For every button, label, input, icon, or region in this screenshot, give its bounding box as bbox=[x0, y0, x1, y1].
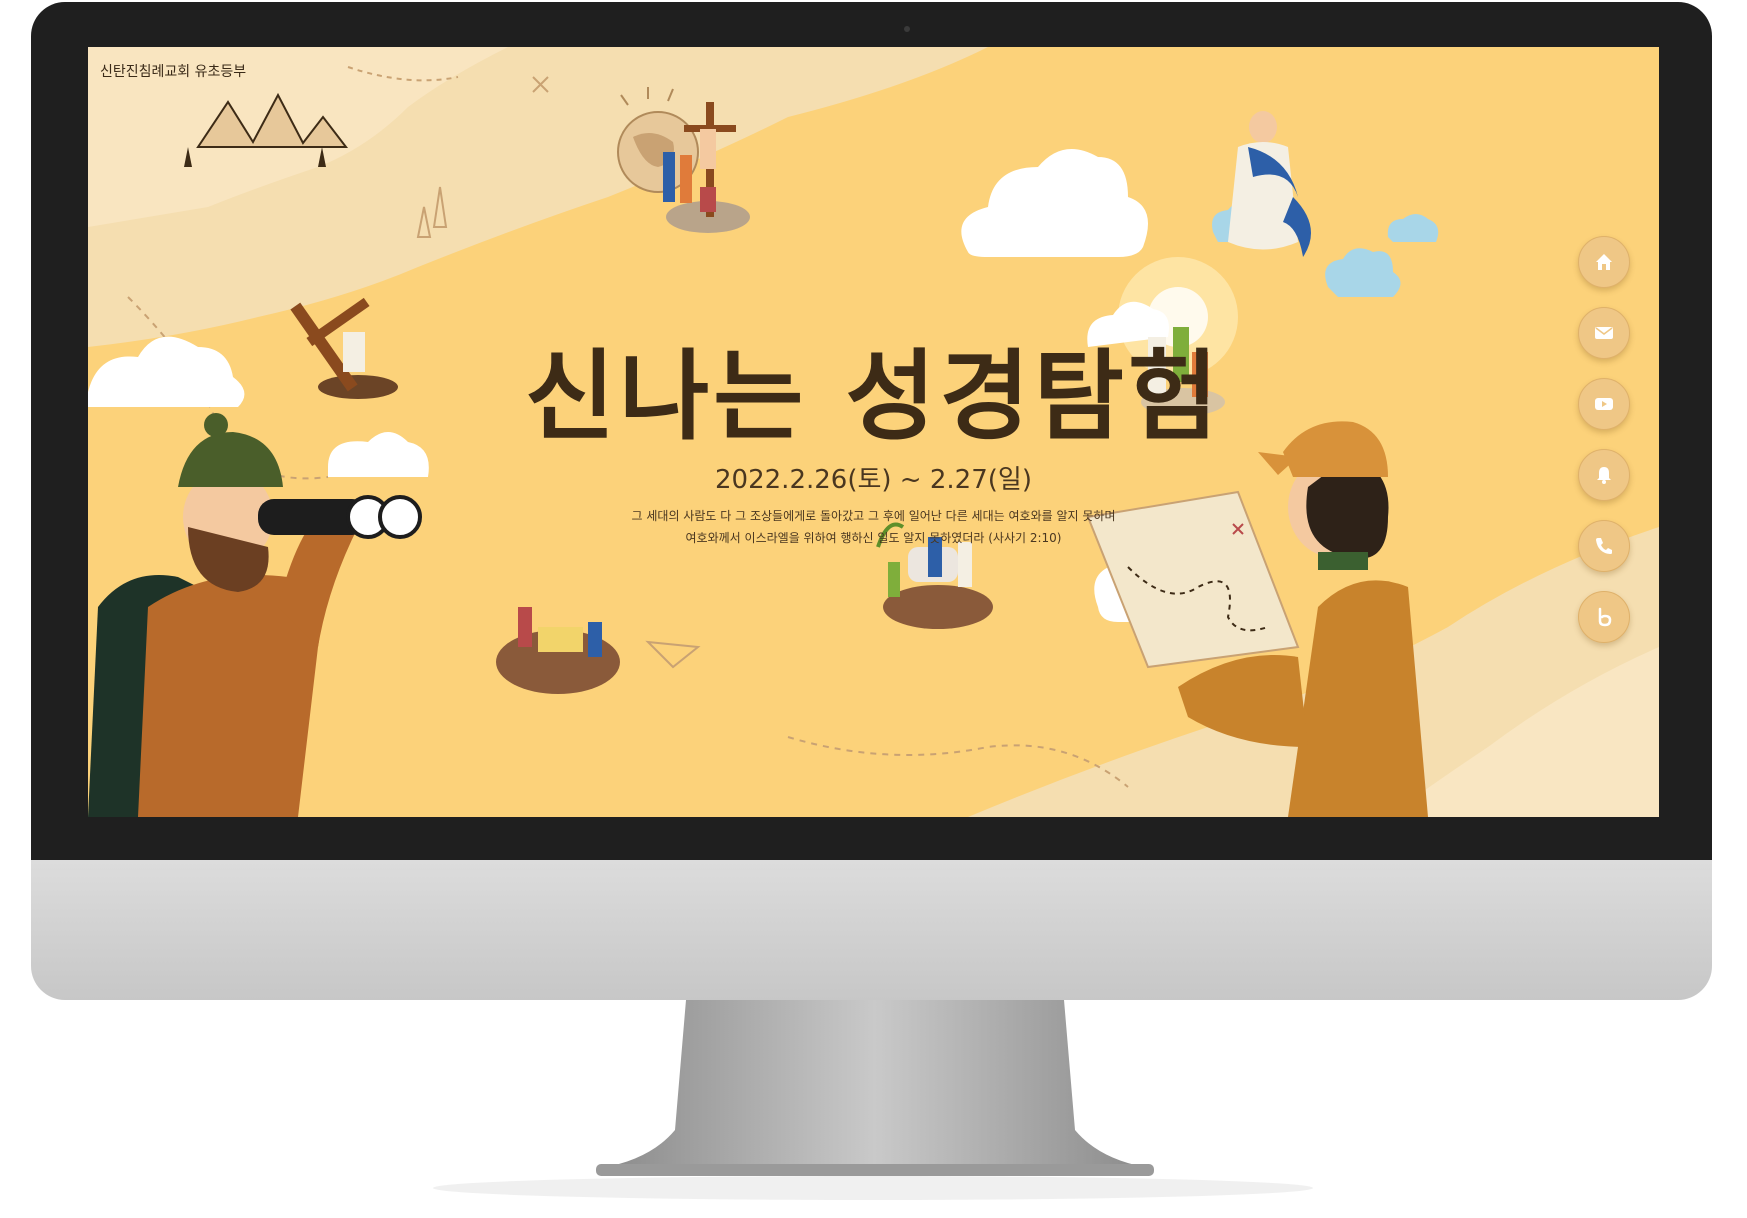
jesus-ascension-figure bbox=[1228, 111, 1311, 257]
side-quick-menu bbox=[1578, 236, 1630, 662]
bell-icon bbox=[1597, 467, 1611, 484]
notification-button[interactable] bbox=[1578, 449, 1630, 501]
phone-icon bbox=[1596, 538, 1612, 554]
church-name-logo[interactable]: 신탄진침례교회 유초등부 bbox=[100, 61, 246, 81]
website-screen: 신탄진침례교회 유초등부 신나는 성경탐험 2022.2.26(토) ~ 2.2… bbox=[88, 47, 1659, 817]
band-icon bbox=[1598, 607, 1612, 627]
mail-icon bbox=[1595, 327, 1613, 339]
camera-dot bbox=[904, 26, 910, 32]
verse-line-1: 그 세대의 사람도 다 그 조상들에게로 돌아갔고 그 후에 일어난 다른 세대… bbox=[631, 509, 1116, 523]
phone-button[interactable] bbox=[1578, 520, 1630, 572]
band-button[interactable] bbox=[1578, 591, 1630, 643]
home-button[interactable] bbox=[1578, 236, 1630, 288]
nativity-scene bbox=[496, 607, 620, 694]
event-date: 2022.2.26(토) ~ 2.27(일) bbox=[715, 465, 1032, 495]
mail-button[interactable] bbox=[1578, 307, 1630, 359]
youtube-button[interactable] bbox=[1578, 378, 1630, 430]
home-icon bbox=[1596, 254, 1612, 270]
youtube-icon bbox=[1595, 398, 1613, 410]
bible-verse: 그 세대의 사람도 다 그 조상들에게로 돌아갔고 그 후에 일어난 다른 세대… bbox=[88, 505, 1659, 549]
verse-line-2: 여호와께서 이스라엘을 위하여 행하신 일도 알지 못하였더라 (사사기 2:1… bbox=[685, 531, 1062, 545]
monitor-chin bbox=[31, 860, 1712, 1000]
page-title: 신나는 성경탐험 bbox=[524, 340, 1223, 454]
